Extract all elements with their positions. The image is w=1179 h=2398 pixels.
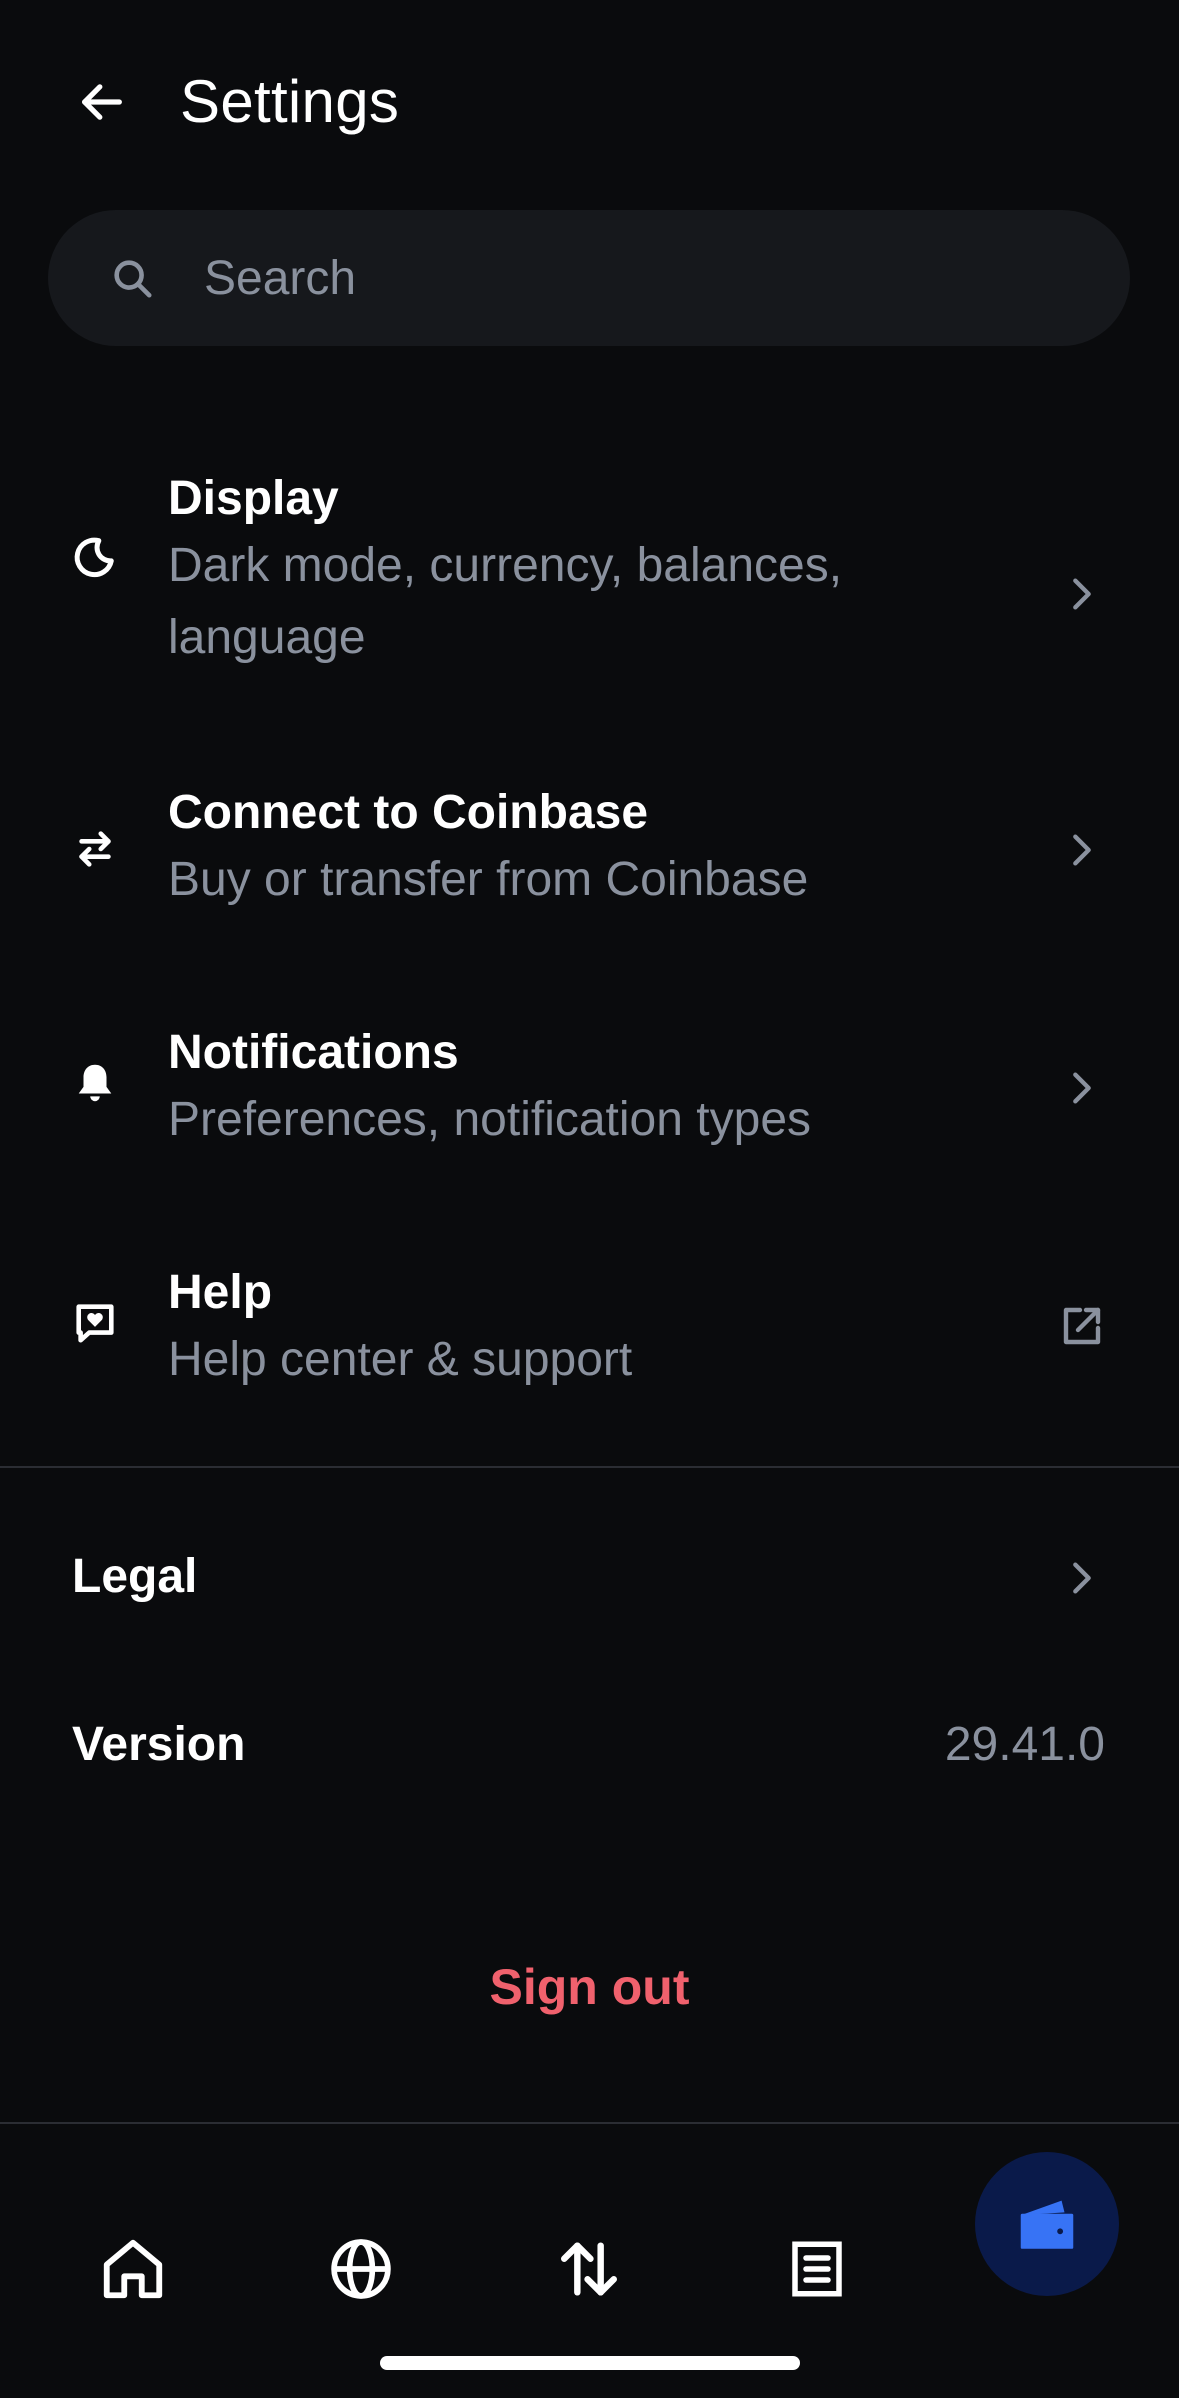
- sign-out-button[interactable]: Sign out: [0, 1952, 1179, 2032]
- version-value: 29.41.0: [944, 1718, 1105, 1771]
- nav-explore[interactable]: [316, 2224, 406, 2314]
- settings-row-notifications[interactable]: Notifications Preferences, notification …: [0, 1000, 1179, 1170]
- settings-row-help[interactable]: Help Help center & support: [0, 1240, 1179, 1410]
- settings-row-subtitle: Dark mode, currency, balances,: [168, 539, 843, 592]
- settings-row-subtitle: Preferences, notification types: [168, 1093, 812, 1146]
- nav-home[interactable]: [88, 2224, 178, 2314]
- document-icon: [792, 2241, 842, 2297]
- nav-activity[interactable]: [772, 2224, 862, 2314]
- settings-row-subtitle: Help center & support: [168, 1333, 633, 1386]
- transfer-arrows-icon: [70, 824, 120, 874]
- wallet-icon: [1020, 2200, 1074, 2249]
- arrow-left-icon: [82, 84, 122, 120]
- chat-heart-icon: [70, 1298, 120, 1348]
- moon-icon: [70, 532, 120, 582]
- settings-row-display[interactable]: Display Dark mode, currency, balances, l…: [0, 440, 1179, 690]
- search-icon: [108, 254, 156, 302]
- chevron-right-icon: [1054, 822, 1110, 878]
- settings-row-title: Connect to Coinbase: [168, 786, 649, 839]
- nav-wallet[interactable]: [975, 2152, 1119, 2296]
- external-link-icon: [1054, 1298, 1110, 1354]
- settings-row-title: Notifications: [168, 1026, 459, 1079]
- version-row: Version 29.41.0: [0, 1696, 1179, 1796]
- nav-swap[interactable]: [544, 2224, 634, 2314]
- version-label: Version: [72, 1718, 246, 1771]
- settings-row-title: Display: [168, 472, 339, 525]
- back-button[interactable]: [64, 64, 140, 140]
- legal-label: Legal: [72, 1550, 198, 1603]
- settings-row-subtitle-line2: language: [168, 611, 366, 664]
- chevron-right-icon: [1054, 1550, 1110, 1606]
- settings-row-title: Help: [168, 1266, 273, 1319]
- chevron-right-icon: [1054, 566, 1110, 622]
- search-bar[interactable]: [48, 210, 1130, 346]
- search-input[interactable]: [202, 249, 1006, 307]
- globe-icon: [331, 2239, 391, 2299]
- home-indicator: [380, 2356, 800, 2370]
- bell-icon: [70, 1058, 120, 1108]
- chevron-right-icon: [1054, 1060, 1110, 1116]
- swap-arrows-icon: [561, 2242, 617, 2296]
- settings-row-subtitle: Buy or transfer from Coinbase: [168, 853, 809, 906]
- home-icon: [103, 2239, 163, 2299]
- page-title: Settings: [180, 68, 400, 135]
- legal-row[interactable]: Legal: [0, 1528, 1179, 1628]
- section-divider: [0, 1466, 1179, 1468]
- settings-row-connect-coinbase[interactable]: Connect to Coinbase Buy or transfer from…: [0, 760, 1179, 930]
